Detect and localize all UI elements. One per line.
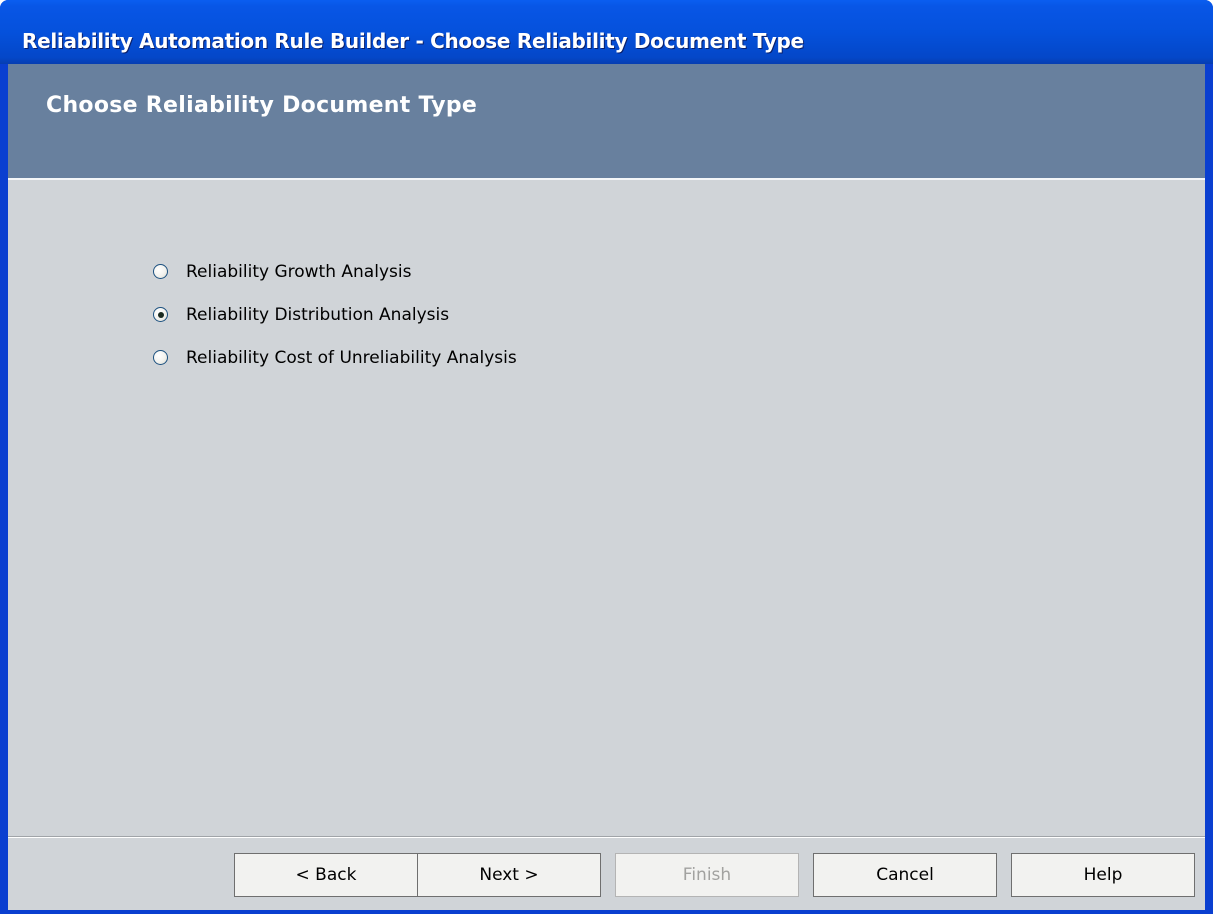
cancel-button[interactable]: Cancel bbox=[813, 853, 997, 897]
option-label: Reliability Growth Analysis bbox=[186, 261, 412, 282]
page-title: Choose Reliability Document Type bbox=[46, 93, 478, 118]
wizard-body: Choose Reliability Document Type Reliabi… bbox=[8, 64, 1205, 910]
option-label: Reliability Distribution Analysis bbox=[186, 304, 450, 325]
option-reliability-growth-analysis[interactable]: Reliability Growth Analysis bbox=[153, 250, 517, 293]
option-label: Reliability Cost of Unreliability Analys… bbox=[186, 347, 517, 368]
next-button[interactable]: Next > bbox=[417, 853, 601, 897]
document-type-options: Reliability Growth Analysis Reliability … bbox=[153, 250, 517, 379]
finish-button[interactable]: Finish bbox=[615, 853, 799, 897]
window-title: Reliability Automation Rule Builder - Ch… bbox=[22, 29, 804, 53]
radio-button-cost[interactable] bbox=[153, 350, 168, 365]
footer-divider bbox=[8, 836, 1205, 838]
radio-button-growth[interactable] bbox=[153, 264, 168, 279]
radio-button-distribution[interactable] bbox=[153, 307, 168, 322]
option-reliability-cost-of-unreliability-analysis[interactable]: Reliability Cost of Unreliability Analys… bbox=[153, 336, 517, 379]
back-button[interactable]: < Back bbox=[234, 853, 418, 897]
help-button[interactable]: Help bbox=[1011, 853, 1195, 897]
wizard-window: Reliability Automation Rule Builder - Ch… bbox=[0, 0, 1213, 914]
title-bar[interactable]: Reliability Automation Rule Builder - Ch… bbox=[0, 0, 1213, 64]
option-reliability-distribution-analysis[interactable]: Reliability Distribution Analysis bbox=[153, 293, 517, 336]
wizard-header: Choose Reliability Document Type bbox=[8, 64, 1205, 180]
